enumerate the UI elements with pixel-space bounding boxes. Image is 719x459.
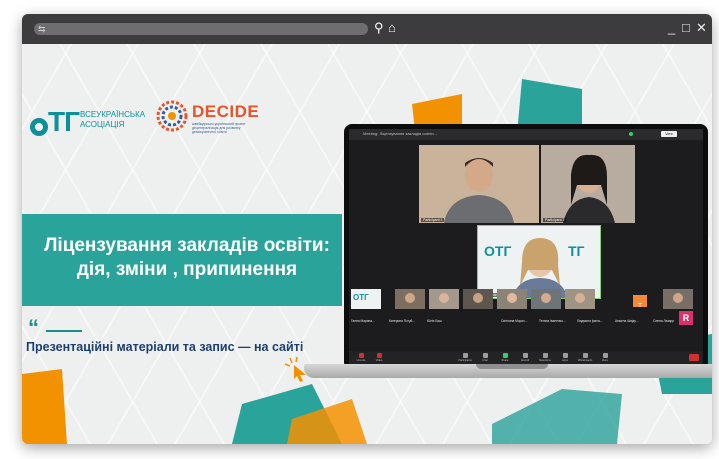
otg-logo: ТГ ВСЕУКРАЇНСЬКА АСОЦІАЦІЯ (30, 104, 150, 138)
person-silhouette-icon (541, 145, 635, 223)
people-icon (462, 353, 468, 358)
thumbnail-2[interactable] (395, 289, 425, 309)
slide-title-line1: Ліцензування закладів освіти: (44, 235, 330, 256)
thumbnail-6[interactable] (531, 289, 561, 309)
otg-ring-icon (30, 118, 48, 136)
smile-icon (542, 353, 548, 358)
share-button[interactable]: Share (497, 353, 513, 362)
avatar-badge-letter: T (637, 303, 643, 307)
participant-name-2: Participant 2 (543, 218, 567, 222)
otg-caption-line1: ВСЕУКРАЇНСЬКА (80, 110, 146, 119)
thumbnail-logo: ОТГ (353, 293, 369, 302)
video-tile-participant-2[interactable]: Participant 2 (541, 145, 635, 223)
decide-tagline: швейцарсько-український проект децентрал… (192, 122, 246, 134)
home-icon[interactable]: ⌂ (388, 20, 396, 36)
thumbnail-4[interactable] (463, 289, 493, 309)
quote-icon: “ (28, 315, 39, 340)
zoom-title-bar: Meeting: Ліцензування закладів освіти...… (349, 129, 703, 140)
record-icon (522, 353, 528, 358)
share-icon (502, 353, 508, 358)
address-bar[interactable]: ⇆ (34, 23, 368, 35)
participant-label-2: Катерина Погуй... (389, 319, 415, 323)
camera-icon (376, 353, 382, 358)
thumbnail-7[interactable] (565, 289, 595, 309)
otg-mark: ТГ (30, 106, 80, 138)
highlight-avatar[interactable]: R (679, 311, 693, 325)
laptop-notch (476, 364, 548, 369)
reactions-button[interactable]: Reactions (537, 353, 553, 362)
decide-emblem-icon (156, 100, 188, 132)
security-icon (629, 132, 633, 136)
chat-icon (482, 353, 488, 358)
thumbnail-8[interactable] (663, 289, 693, 309)
close-button[interactable]: ✕ (696, 21, 707, 35)
participants-button[interactable]: Participants (457, 353, 473, 362)
participant-label-1: Ганна Марина... (351, 319, 375, 323)
decide-logo: DECIDE швейцарсько-український проект де… (156, 100, 266, 140)
browser-toolbar: ⇆ ⚲ ⌂ _ □ ✕ (22, 14, 712, 44)
zoom-toolbar: Unmute Video Participants Chat Share Rec… (349, 351, 703, 365)
svg-text:ОТГ: ОТГ (484, 243, 511, 259)
otg-caption-line2: АСОЦІАЦІЯ (80, 120, 125, 129)
participant-label-4: Світлана Морох... (501, 319, 528, 323)
whiteboards-button[interactable]: Whiteboards (577, 353, 593, 362)
tabs-icon: ⇆ (38, 24, 46, 34)
video-tile-participant-1[interactable]: Participant 1 (419, 145, 539, 223)
participant-name-1: Participant 1 (421, 218, 445, 222)
participant-label-5: Тетяна Іваненко... (539, 319, 566, 323)
chat-button[interactable]: Chat (477, 353, 493, 362)
slide-title: Ліцензування закладів освіти: дія, зміни… (28, 234, 346, 282)
view-button[interactable]: View (661, 131, 677, 137)
decide-name: DECIDE (192, 102, 260, 121)
otg-caption: ВСЕУКРАЇНСЬКА АСОЦІАЦІЯ (80, 110, 145, 130)
quote-divider (46, 330, 82, 332)
mic-icon (358, 353, 364, 358)
apps-icon (562, 353, 568, 358)
browser-window: ⇆ ⚲ ⌂ _ □ ✕ ТГ ВСЕУКРАЇНСЬКА АСОЦІАЦІЯ D… (22, 14, 712, 444)
teal-shape-right (492, 389, 622, 444)
maximize-button[interactable]: □ (682, 21, 690, 35)
otg-letters: ТГ (48, 106, 80, 137)
video-button[interactable]: Video (371, 353, 387, 362)
participant-label-7: Анжела Швідч... (615, 319, 639, 323)
thumbnail-1[interactable]: ОТГ (351, 289, 381, 309)
person-silhouette-icon (419, 145, 539, 223)
more-button[interactable]: More (597, 353, 613, 362)
person-silhouette-icon: ОТГ ТГ (478, 226, 600, 298)
end-call-button[interactable] (689, 354, 699, 361)
presentation-slide: ТГ ВСЕУКРАЇНСЬКА АСОЦІАЦІЯ DECIDE швейца… (22, 44, 712, 444)
whiteboard-icon (582, 353, 588, 358)
record-button[interactable]: Record (517, 353, 533, 362)
meeting-title: Meeting: Ліцензування закладів освіти... (363, 131, 437, 136)
thumbnail-5[interactable] (497, 289, 527, 309)
svg-text:ТГ: ТГ (568, 243, 585, 259)
slide-subtitle: Презентаційні матеріали та запис — на са… (26, 340, 304, 354)
video-tile-participant-3[interactable]: ОТГ ТГ Participant 3 (477, 225, 601, 299)
slide-title-line2: дія, зміни , припинення (76, 259, 298, 280)
participant-label-6: Людмила Ірина... (577, 319, 603, 323)
participant-label-3: Юлія Баш (427, 319, 442, 323)
minimize-button[interactable]: _ (668, 21, 675, 35)
avatar-badge[interactable]: T (633, 295, 647, 307)
more-icon (602, 353, 608, 358)
apps-button[interactable]: Apps (557, 353, 573, 362)
laptop-screen: Meeting: Ліцензування закладів освіти...… (344, 124, 708, 370)
unmute-button[interactable]: Unmute (353, 353, 369, 362)
thumbnail-3[interactable] (429, 289, 459, 309)
search-icon[interactable]: ⚲ (374, 20, 384, 36)
orange-shape-left (22, 369, 67, 444)
